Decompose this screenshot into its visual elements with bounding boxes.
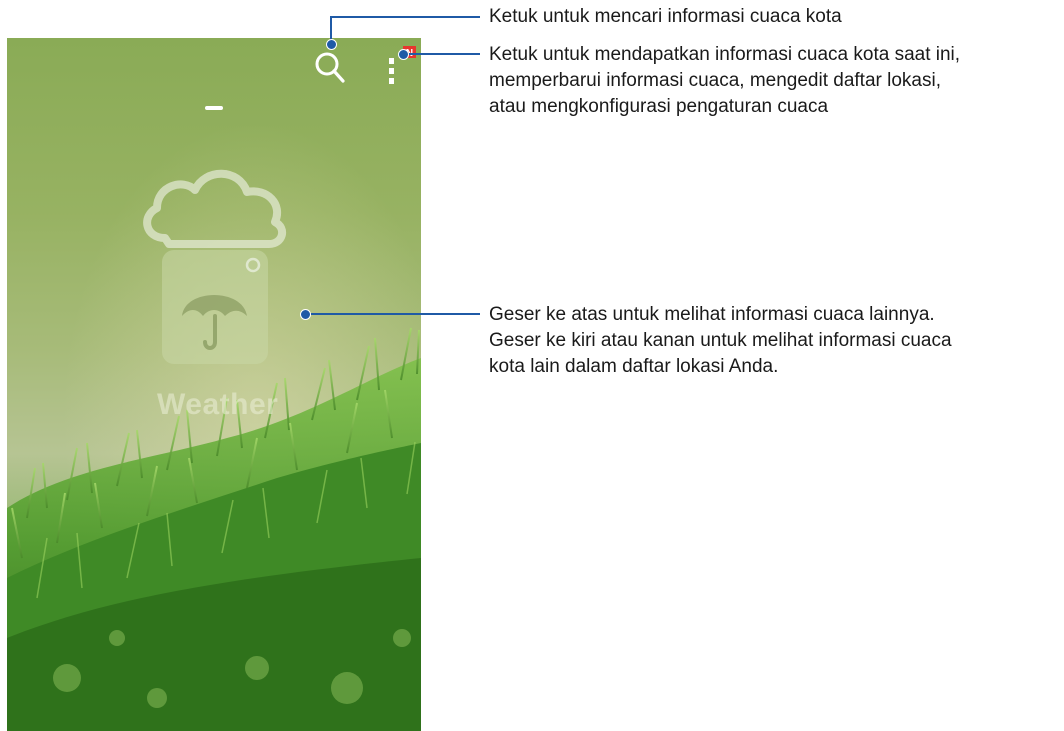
weather-wordmark: Weather	[157, 388, 279, 421]
swipe-callout-line-2: Geser ke kiri atau kanan untuk melihat i…	[489, 330, 952, 351]
page: Weather N Ketuk untuk mencari informasi …	[0, 0, 1064, 731]
search-callout-dot	[326, 39, 337, 50]
search-callout-line-horizontal	[330, 16, 480, 18]
swipe-callout-line-3: kota lain dalam daftar lokasi Anda.	[489, 356, 779, 377]
search-icon	[315, 52, 345, 83]
menu-callout-line-2: memperbarui informasi cuaca, mengedit da…	[489, 70, 941, 91]
search-callout-line: Ketuk untuk mencari informasi cuaca kota	[489, 6, 842, 27]
swipe-callout-dot	[300, 309, 311, 320]
menu-callout-line	[404, 53, 480, 55]
menu-callout-text: Ketuk untuk mendapatkan informasi cuaca …	[489, 42, 960, 120]
phone-screen[interactable]: Weather N	[7, 38, 421, 731]
menu-callout-line-1: Ketuk untuk mendapatkan informasi cuaca …	[489, 44, 961, 65]
search-button[interactable]	[310, 48, 350, 88]
search-callout-text: Ketuk untuk mencari informasi cuaca kota	[489, 4, 842, 30]
weather-app-logo	[143, 169, 287, 364]
menu-callout-line-3: atau mengkonfigurasi pengaturan cuaca	[489, 96, 829, 117]
swipe-callout-line	[306, 313, 480, 315]
swipe-callout-text: Geser ke atas untuk melihat informasi cu…	[489, 302, 952, 380]
menu-callout-dot	[398, 49, 409, 60]
page-indicator	[205, 106, 223, 110]
swipe-callout-line-1: Geser ke atas untuk melihat informasi cu…	[489, 304, 935, 325]
